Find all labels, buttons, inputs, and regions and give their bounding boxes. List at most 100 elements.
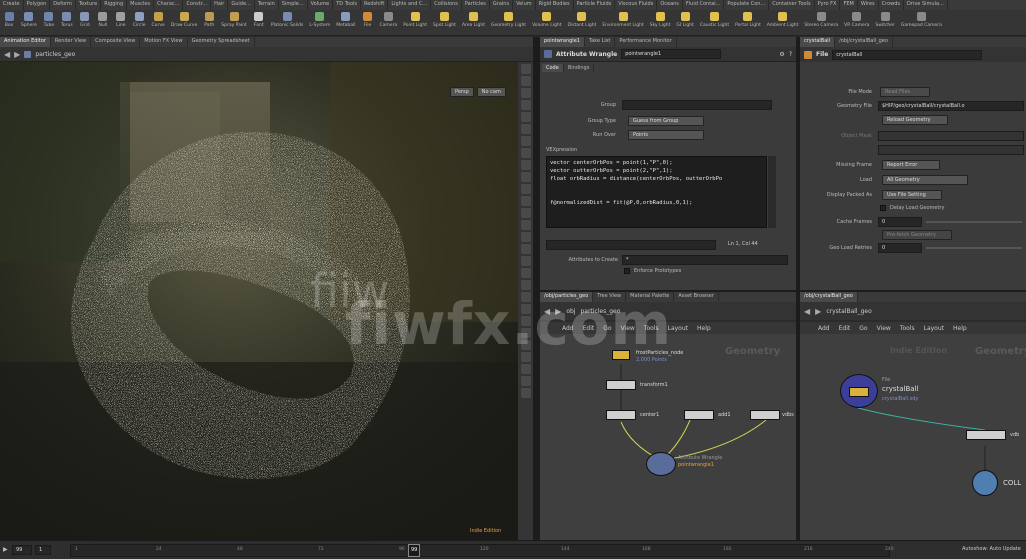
shelf-tab[interactable]: TD Tools [333, 0, 362, 10]
shelf-tool-button[interactable]: Tube [40, 10, 58, 35]
shelf-tab[interactable]: Oceans [657, 0, 683, 10]
viewport-tool-button[interactable] [520, 208, 531, 218]
tab-bindings[interactable]: Bindings [564, 64, 595, 72]
shelf-tool-button[interactable]: GI Light [673, 10, 696, 35]
load-dropdown[interactable]: All Geometry [882, 175, 968, 185]
object-mask-field[interactable] [878, 131, 1024, 141]
geo-right-node-name[interactable]: crystalBall [832, 49, 983, 60]
shelf-tab[interactable]: Hair [211, 0, 229, 10]
viewport-tool-button[interactable] [520, 364, 531, 374]
play-icon[interactable]: ▶ [3, 546, 8, 553]
cache-frames-slider[interactable] [926, 221, 1022, 223]
shelf-tab[interactable]: Polygon [24, 0, 51, 10]
viewport-tool-button[interactable] [520, 148, 531, 158]
camera-menu-button[interactable]: No cam [476, 87, 506, 97]
back-arrow-icon[interactable]: ◀ [4, 50, 10, 59]
shelf-tab[interactable]: Lights and C... [388, 0, 432, 10]
shelf-tab[interactable]: Velum [513, 0, 536, 10]
geometry-file-field[interactable]: $HIP/geo/crystalBall/crystalBall.o [878, 101, 1024, 111]
menu-item[interactable]: Add [818, 325, 830, 332]
net2-path-node[interactable]: crystalBall_geo [826, 308, 871, 315]
timeline-track[interactable]: 1 24 48 72 96 120 144 168 192 216 240 [70, 544, 894, 557]
shelf-tab[interactable]: Deform [50, 0, 76, 10]
shelf-tool-button[interactable]: Switcher [872, 10, 898, 35]
shelf-tool-button[interactable]: Line [112, 10, 130, 35]
enforce-checkbox[interactable] [624, 268, 630, 274]
shelf-tab[interactable]: Redshift [361, 0, 389, 10]
shelf-tab[interactable]: Pyro FX [815, 0, 841, 10]
shelf-tool-button[interactable]: Torus [58, 10, 76, 35]
pane-tab[interactable]: Motion FX View [140, 37, 188, 47]
pane-tab[interactable]: crystalBall [800, 37, 836, 47]
viewport-tool-button[interactable] [520, 280, 531, 290]
vdb-node[interactable] [750, 410, 780, 420]
viewport-tool-button[interactable] [520, 376, 531, 386]
shelf-tab[interactable]: Muscles [127, 0, 155, 10]
pane-tab[interactable]: Render View [51, 37, 92, 47]
viewport-tool-button[interactable] [520, 64, 531, 74]
wrangle-node[interactable] [646, 452, 676, 476]
pane-tab[interactable]: Asset Browser [674, 292, 719, 302]
menu-item[interactable]: View [877, 325, 891, 332]
shelf-tool-button[interactable]: Draw Curve [168, 10, 200, 35]
viewport-tool-button[interactable] [520, 172, 531, 182]
load-retries-slider[interactable] [926, 247, 1022, 249]
menu-item[interactable]: Layout [924, 325, 944, 332]
shelf-tool-button[interactable]: Spot Light [430, 10, 459, 35]
shelf-tab[interactable]: Simple... [279, 0, 308, 10]
transform-node[interactable] [606, 380, 636, 390]
group-type-dropdown[interactable]: Guess from Group [628, 116, 704, 126]
pane-tab[interactable]: Animation Editor [0, 37, 51, 47]
viewport-tool-button[interactable] [520, 124, 531, 134]
shelf-tool-button[interactable]: Gamepad Camera [898, 10, 945, 35]
bounds-field[interactable] [878, 145, 1024, 155]
pane-tab[interactable]: Take List [585, 37, 616, 47]
add-node[interactable] [684, 410, 714, 420]
shelf-tab[interactable]: Rigid Bodies [536, 0, 574, 10]
persp-menu-button[interactable]: Persp [450, 87, 474, 97]
shelf-tool-button[interactable]: Point Light [400, 10, 430, 35]
viewport-tool-button[interactable] [520, 220, 531, 230]
pane-tab[interactable]: pointwrangle1 [540, 37, 585, 47]
shelf-tool-button[interactable]: Sky Light [647, 10, 674, 35]
viewport-tool-button[interactable] [520, 88, 531, 98]
shelf-tool-button[interactable]: Sphere [18, 10, 40, 35]
prefetch-button[interactable]: Pre-fetch Geometry [882, 230, 952, 240]
pane-tab[interactable]: Geometry Spreadsheet [188, 37, 255, 47]
vdb-convert-node[interactable] [966, 430, 1006, 440]
current-frame-field[interactable]: 99 [12, 545, 32, 555]
shelf-tool-button[interactable]: Volume Light [529, 10, 564, 35]
viewport-tool-button[interactable] [520, 232, 531, 242]
forward-arrow-icon[interactable]: ▶ [815, 307, 821, 316]
shelf-tool-button[interactable]: L-System [306, 10, 333, 35]
shelf-tab[interactable]: Constr... [183, 0, 212, 10]
back-arrow-icon[interactable]: ◀ [804, 307, 810, 316]
group-field[interactable] [622, 100, 772, 110]
pane-tab[interactable]: /obj/crystalBall_geo [835, 37, 893, 47]
network-editor-left[interactable]: Geometry frostParticles_node 2,000 Point… [540, 334, 796, 540]
shelf-tool-button[interactable]: Box [0, 10, 18, 35]
menu-item[interactable]: Help [953, 325, 967, 332]
menu-item[interactable]: Help [697, 325, 711, 332]
gear-icon[interactable]: ⚙ [779, 51, 784, 58]
shelf-tool-button[interactable]: Platonic Solids [268, 10, 307, 35]
viewport-tool-button[interactable] [520, 256, 531, 266]
shelf-tool-button[interactable]: Spray Paint [218, 10, 250, 35]
shelf-tool-button[interactable]: Curve [149, 10, 168, 35]
shelf-tab[interactable]: Crowds [879, 0, 905, 10]
crystalball-file-node[interactable] [840, 374, 878, 408]
autoupdate-label[interactable]: Autoshow: Auto Update [962, 546, 1021, 552]
viewport-tool-button[interactable] [520, 184, 531, 194]
shelf-tool-button[interactable]: Circle [130, 10, 149, 35]
pane-tab[interactable]: /obj/crystalBall_geo [800, 292, 858, 302]
shelf-tab[interactable]: Populate Con... [724, 0, 770, 10]
center-node[interactable] [606, 410, 636, 420]
shelf-tab[interactable]: Viscous Fluids [615, 0, 658, 10]
cache-frames-field[interactable]: 0 [878, 217, 922, 227]
shelf-tool-button[interactable]: Portal Light [732, 10, 764, 35]
tab-code[interactable]: Code [542, 64, 564, 72]
vertical-splitter[interactable] [533, 37, 540, 540]
display-packed-dropdown[interactable]: Use File Setting [882, 190, 942, 200]
menu-item[interactable]: Edit [839, 325, 851, 332]
reload-geometry-button[interactable]: Reload Geometry [882, 115, 948, 125]
